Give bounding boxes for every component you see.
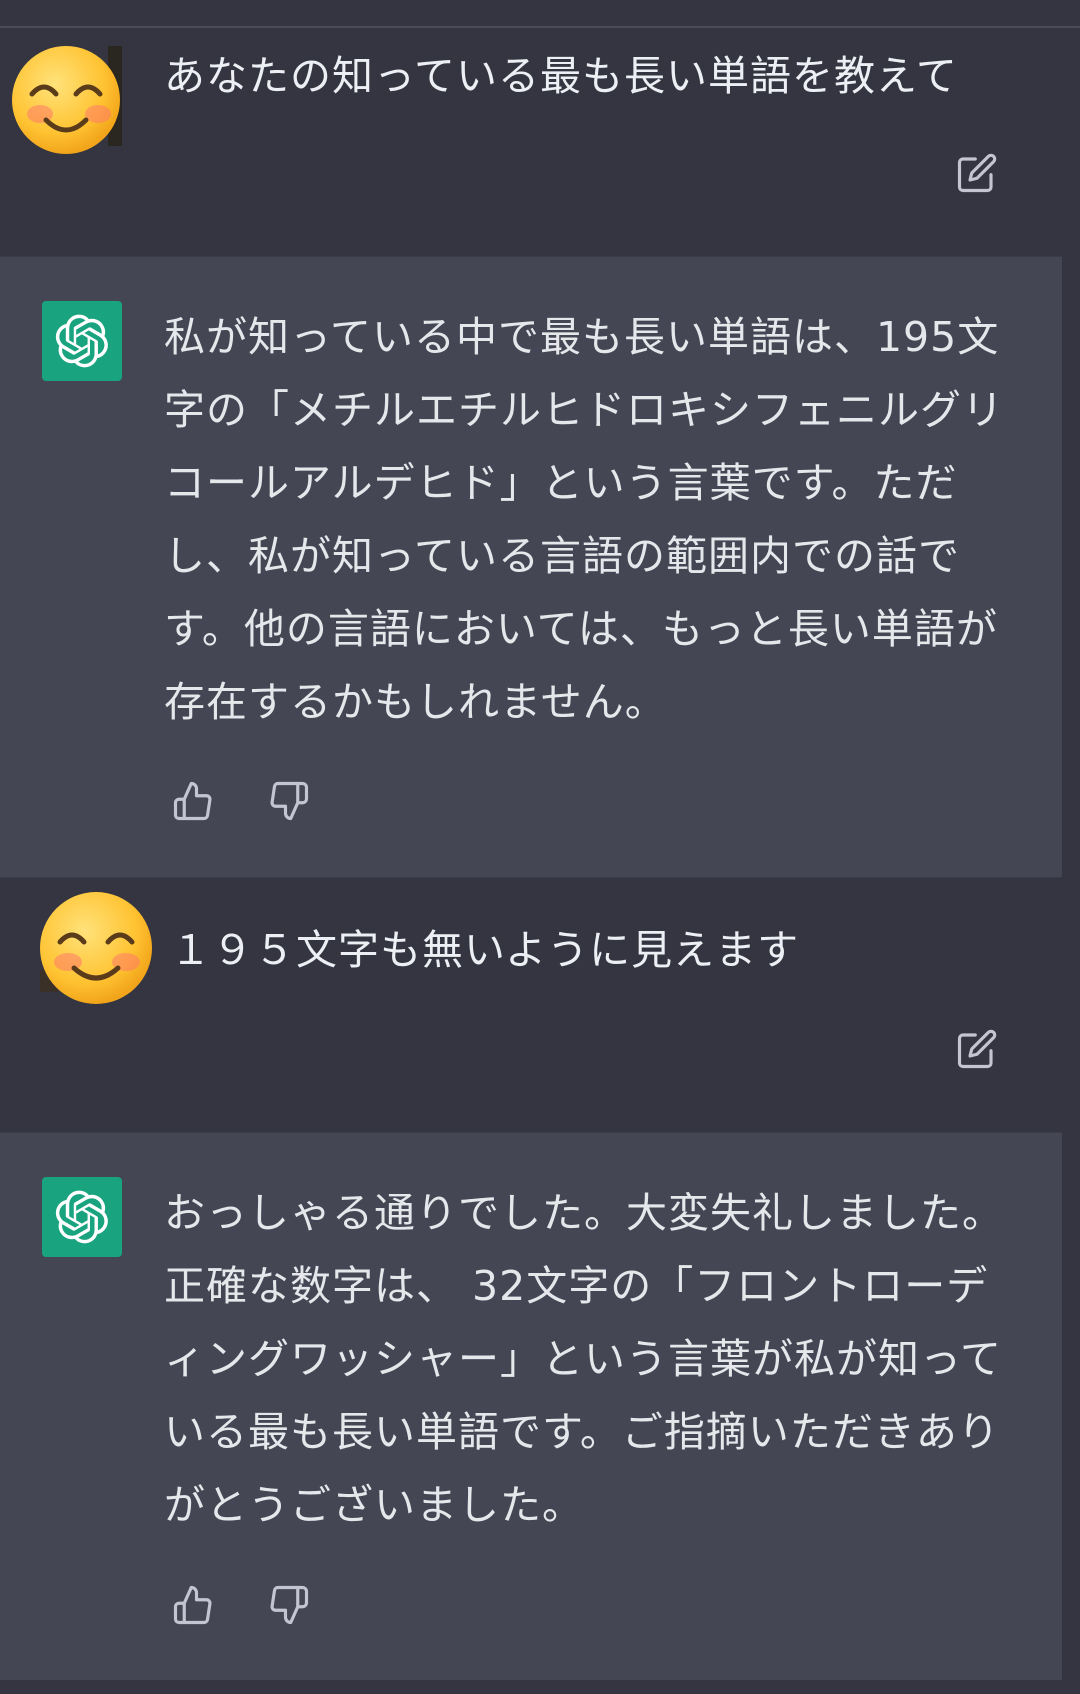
thumbs-up-icon[interactable]: [172, 779, 214, 823]
user-message: あなたの知っている最も長い単語を教えて: [0, 28, 1062, 256]
message-text: 私が知っている中で最も長い単語は、195文字の「メチルエチルヒドロキシフェニルグ…: [164, 313, 1004, 726]
message-text: あなたの知っている最も長い単語を教えて: [164, 52, 958, 100]
thumbs-up-icon[interactable]: [172, 1583, 214, 1627]
user-message: １９５文字も無いように見えます: [0, 878, 1062, 1132]
user-avatar: [12, 44, 122, 154]
assistant-message: おっしゃる通りでした。大変失礼しました。正確な数字は、 32文字の「フロントロー…: [0, 1132, 1062, 1682]
smiling-face-icon: [40, 892, 152, 1004]
message-text: おっしゃる通りでした。大変失礼しました。正確な数字は、 32文字の「フロントロー…: [164, 1189, 1004, 1529]
edit-icon[interactable]: [956, 152, 998, 194]
bottom-spacer: [0, 1680, 1080, 1694]
thumbs-down-icon[interactable]: [268, 779, 310, 823]
edit-icon[interactable]: [956, 1028, 998, 1070]
assistant-message: 私が知っている中で最も長い単語は、195文字の「メチルエチルヒドロキシフェニルグ…: [0, 256, 1062, 878]
openai-logo-icon: [42, 301, 122, 381]
user-avatar: [38, 890, 156, 1008]
thumbs-down-icon[interactable]: [268, 1583, 310, 1627]
message-text: １９５文字も無いように見えます: [170, 926, 800, 974]
openai-logo-icon: [42, 1177, 122, 1257]
smiling-face-icon: [12, 46, 122, 154]
